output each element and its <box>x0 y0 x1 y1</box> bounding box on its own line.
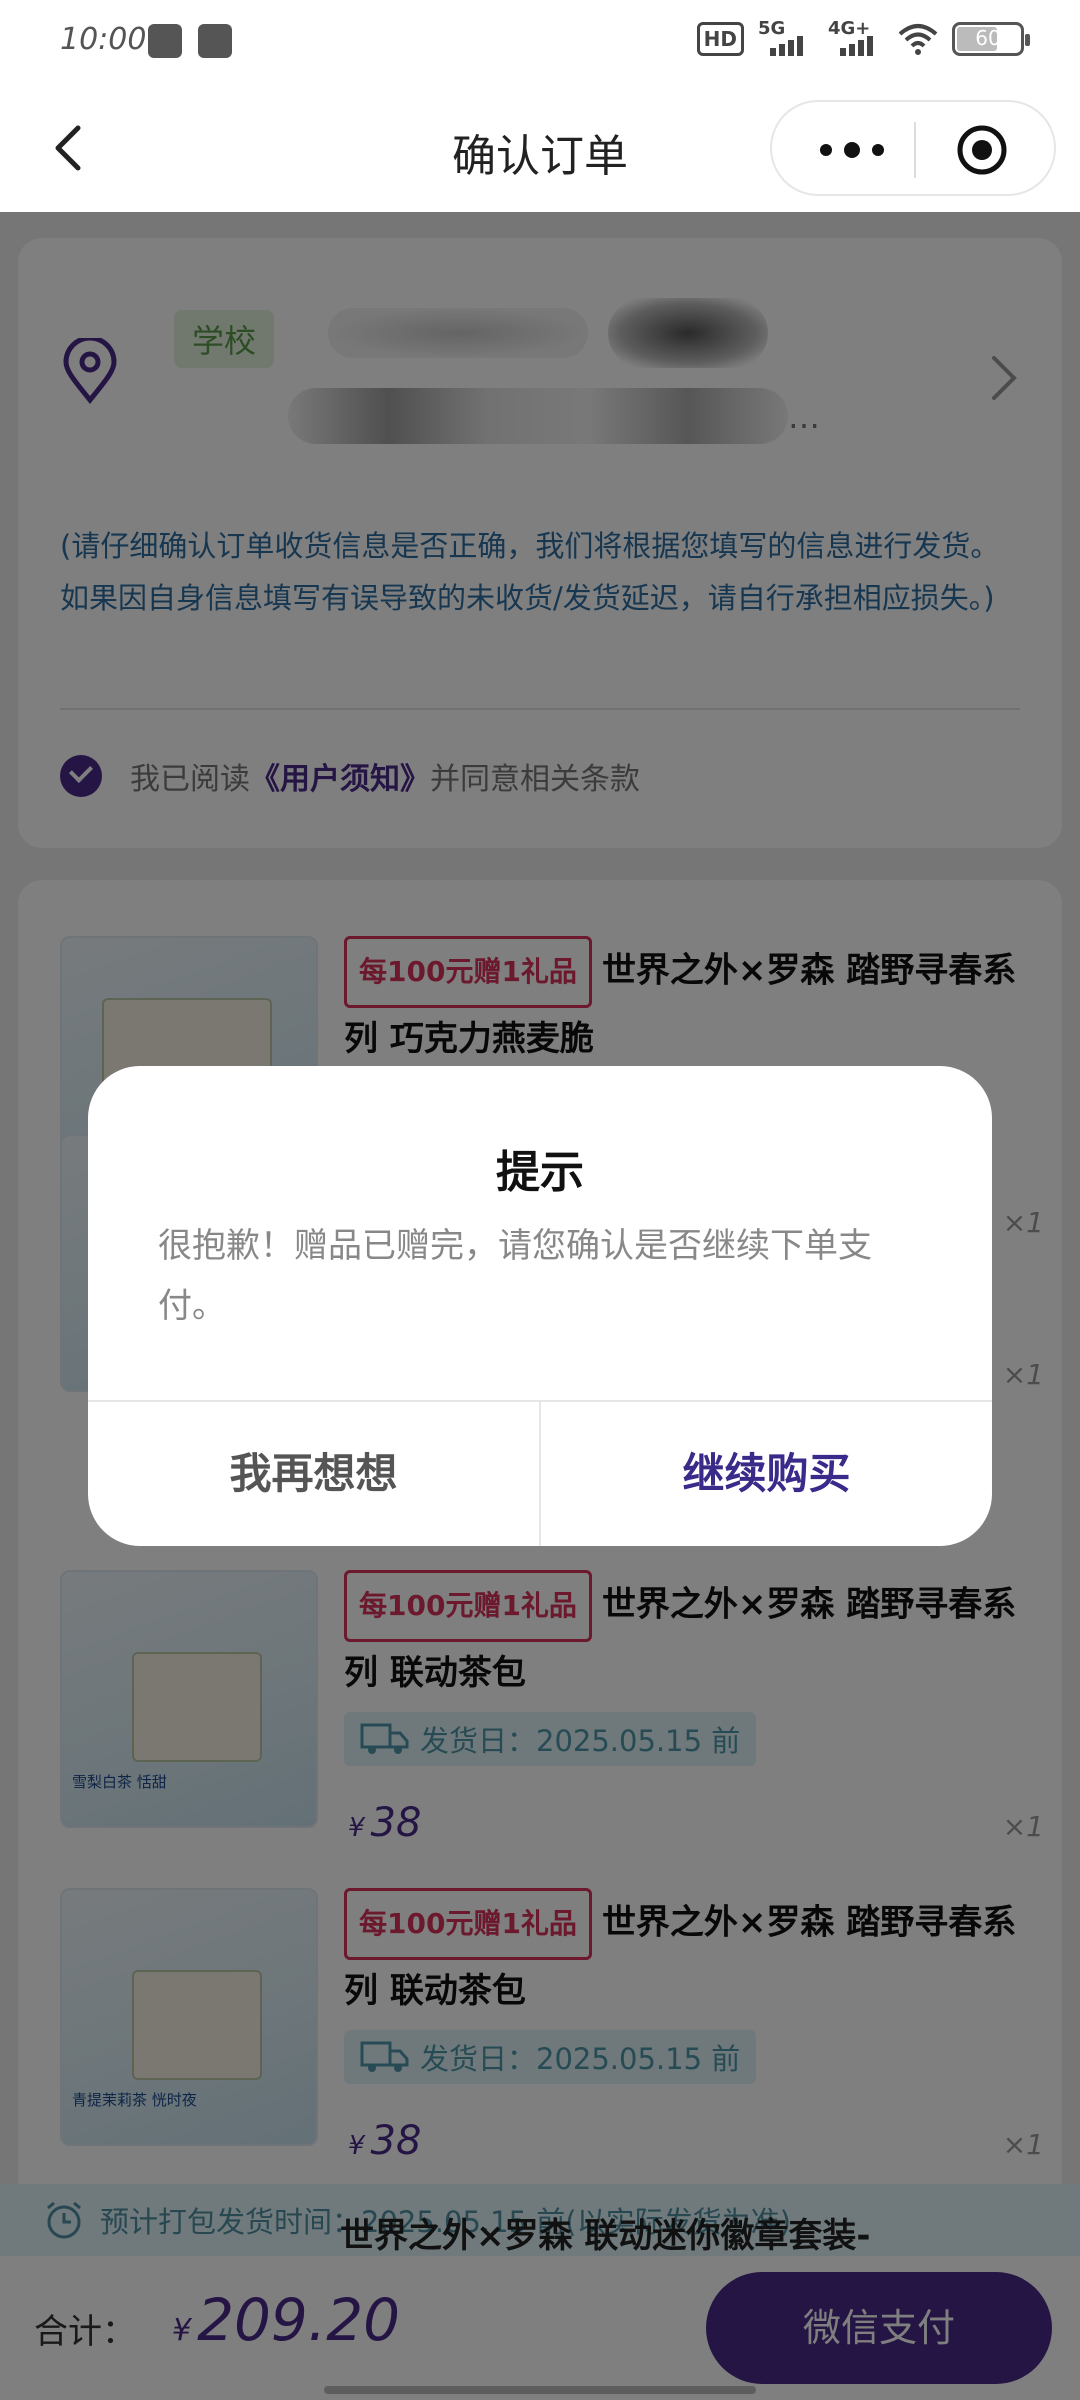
status-left-icons <box>148 24 232 58</box>
wechat-icon <box>148 24 182 58</box>
nav-bar: 确认订单 <box>0 84 1080 212</box>
close-miniprogram-icon[interactable] <box>956 124 1008 176</box>
hd-icon: HD <box>696 22 744 56</box>
signal-5g-icon: 5G <box>758 18 814 56</box>
status-time: 10:00 <box>60 22 147 57</box>
miniprogram-capsule <box>770 100 1056 196</box>
storage-warning-icon <box>198 24 232 58</box>
signal-4g-icon: 4G+ <box>828 18 884 56</box>
status-bar: 10:00 HD 5G 4G+ 60 <box>0 0 1080 84</box>
reconsider-button[interactable]: 我再想想 <box>88 1402 539 1546</box>
gift-out-of-stock-dialog: 提示 很抱歉！赠品已赠完，请您确认是否继续下单支付。 我再想想 继续购买 <box>88 1066 992 1546</box>
status-right: HD 5G 4G+ 60 <box>696 18 1030 56</box>
capsule-divider <box>914 122 916 178</box>
battery-icon: 60 <box>952 22 1030 56</box>
wifi-icon <box>898 24 938 55</box>
dialog-message: 很抱歉！赠品已赠完，请您确认是否继续下单支付。 <box>158 1226 872 1326</box>
dialog-title: 提示 <box>496 1147 584 1198</box>
continue-purchase-button[interactable]: 继续购买 <box>541 1402 992 1546</box>
more-options-icon[interactable] <box>812 134 892 166</box>
